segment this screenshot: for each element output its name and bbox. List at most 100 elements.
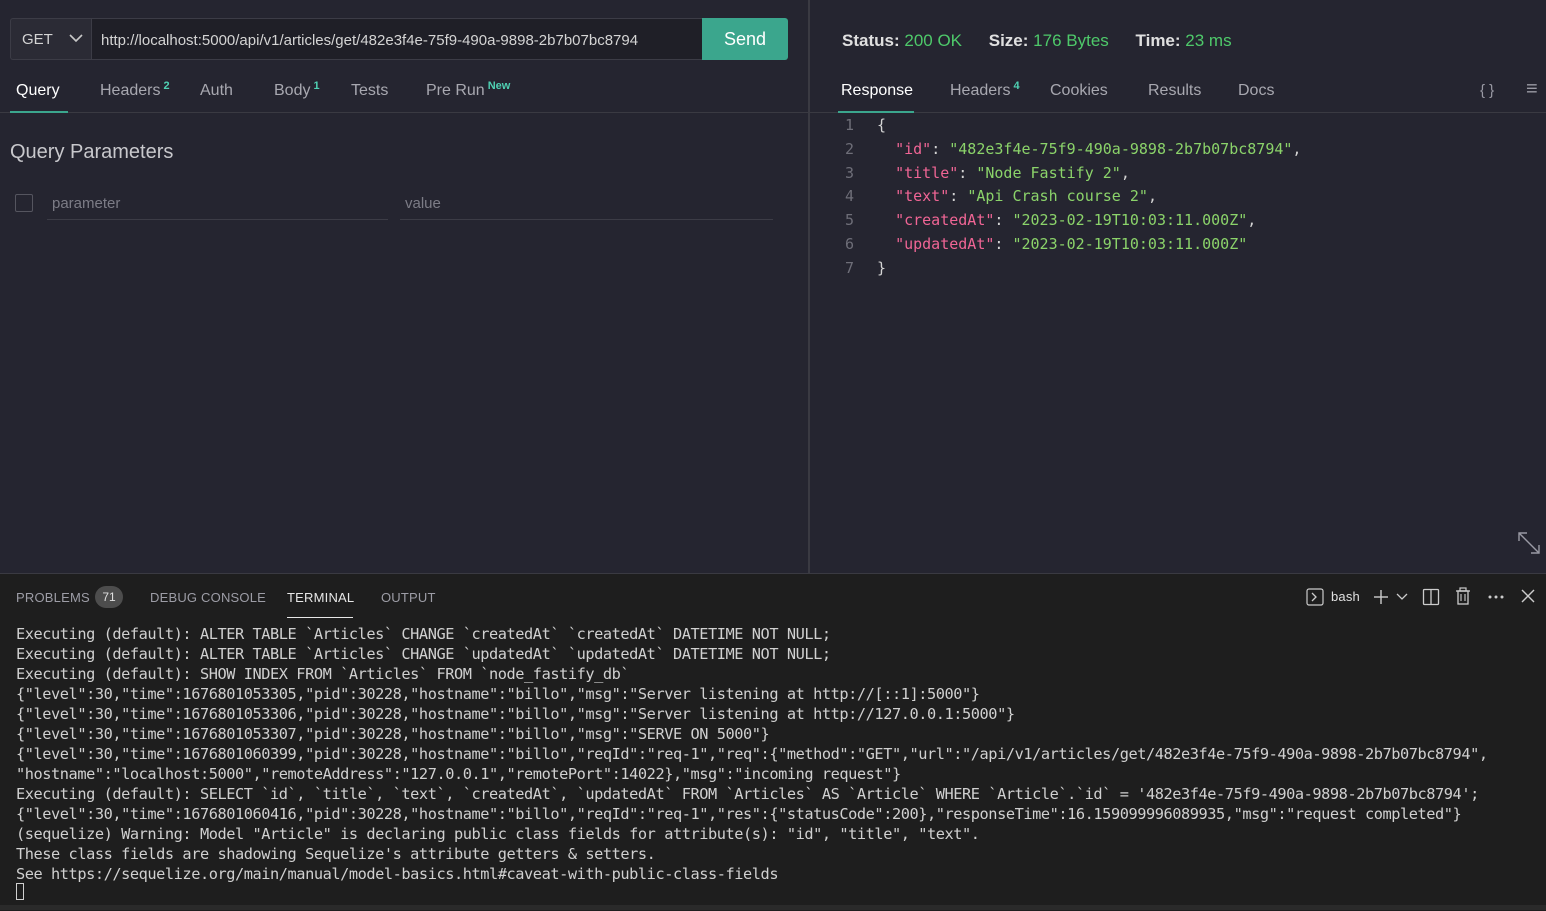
bottom-panel: PROBLEMS 71 DEBUG CONSOLE TERMINAL OUTPU… bbox=[0, 573, 1546, 911]
line-number: 7 bbox=[844, 258, 854, 277]
comma: , bbox=[1120, 163, 1130, 182]
line-number: 5 bbox=[844, 211, 854, 230]
active-tab-indicator bbox=[10, 111, 68, 113]
tab-headers[interactable]: Headers 2 bbox=[100, 80, 170, 100]
tab-debug-console[interactable]: DEBUG CONSOLE bbox=[150, 590, 266, 605]
tab-pre-run[interactable]: Pre Run New bbox=[426, 80, 511, 100]
method-label: GET bbox=[22, 31, 53, 48]
line-number: 2 bbox=[844, 139, 854, 158]
code-line: 4 "text": "Api Crash course 2", bbox=[830, 185, 1301, 209]
status-strip bbox=[0, 905, 1546, 910]
line-number: 1 bbox=[844, 116, 854, 134]
json-value: "Node Fastify 2" bbox=[976, 163, 1121, 182]
terminal-line: Executing (default): ALTER TABLE `Articl… bbox=[16, 645, 831, 663]
line-number: 6 bbox=[844, 234, 854, 253]
json-value: "482e3f4e-75f9-490a-9898-2b7b07bc8794" bbox=[949, 139, 1293, 158]
terminal-line: Executing (default): ALTER TABLE `Articl… bbox=[16, 625, 831, 643]
chevron-down-icon bbox=[69, 34, 83, 43]
terminal-line: {"level":30,"time":1676801060416,"pid":3… bbox=[16, 805, 1462, 823]
size-label: Size: bbox=[988, 31, 1029, 50]
tab-label: Pre Run bbox=[426, 82, 485, 99]
more-icon[interactable] bbox=[1487, 594, 1505, 600]
active-panel-tab-indicator bbox=[287, 617, 353, 618]
tab-response-headers[interactable]: Headers 4 bbox=[950, 80, 1020, 100]
size-value: 176 Bytes bbox=[1033, 31, 1109, 50]
time-item: Time: 23 ms bbox=[1136, 31, 1232, 50]
tab-label: Headers bbox=[950, 82, 1011, 99]
json-key: "updatedAt" bbox=[895, 234, 995, 253]
tab-problems[interactable]: PROBLEMS bbox=[16, 590, 90, 605]
braces-icon[interactable]: { } bbox=[1480, 82, 1494, 99]
terminal-line: Executing (default): SHOW INDEX FROM `Ar… bbox=[16, 665, 630, 683]
terminal-line: {"level":30,"time":1676801053306,"pid":3… bbox=[16, 705, 1015, 723]
tab-docs[interactable]: Docs bbox=[1238, 82, 1274, 100]
brace: { bbox=[877, 116, 887, 134]
json-key: "id" bbox=[895, 139, 932, 158]
terminal-line: {"level":30,"time":1676801053307,"pid":3… bbox=[16, 725, 770, 743]
headers-count: 2 bbox=[163, 80, 170, 92]
url-input[interactable]: http://localhost:5000/api/v1/articles/ge… bbox=[91, 18, 703, 60]
tab-terminal[interactable]: TERMINAL bbox=[287, 590, 354, 605]
chevron-down-icon[interactable] bbox=[1396, 592, 1408, 602]
response-tabs: Response Headers 4 Cookies Results Docs {… bbox=[810, 76, 1546, 113]
terminal-output[interactable]: Executing (default): ALTER TABLE `Articl… bbox=[16, 624, 1536, 884]
json-key: "title" bbox=[895, 163, 959, 182]
param-checkbox[interactable] bbox=[15, 194, 33, 212]
tab-label: Tests bbox=[351, 82, 389, 99]
tab-body[interactable]: Body 1 bbox=[274, 80, 320, 100]
time-value: 23 ms bbox=[1185, 31, 1232, 50]
tab-results[interactable]: Results bbox=[1148, 82, 1201, 100]
problems-count-badge: 71 bbox=[95, 586, 123, 608]
size-item: Size: 176 Bytes bbox=[989, 31, 1109, 50]
shell-name[interactable]: bash bbox=[1331, 589, 1360, 604]
tab-label: Results bbox=[1148, 82, 1202, 99]
json-key: "createdAt" bbox=[895, 211, 995, 230]
menu-icon[interactable]: ≡ bbox=[1526, 78, 1538, 101]
trash-icon[interactable] bbox=[1454, 587, 1472, 606]
line-number: 3 bbox=[844, 163, 854, 182]
request-tabs: Query Headers 2 Auth Body 1 Tests Pre Run N… bbox=[0, 76, 808, 113]
expand-icon[interactable] bbox=[1516, 530, 1542, 556]
tab-label: Response bbox=[841, 82, 914, 99]
tab-response[interactable]: Response bbox=[841, 82, 913, 100]
code-line: 7} bbox=[830, 257, 1301, 281]
comma: , bbox=[1247, 211, 1257, 230]
line-number: 4 bbox=[844, 187, 854, 206]
status-label: Status: bbox=[842, 31, 900, 50]
close-icon[interactable] bbox=[1521, 589, 1535, 603]
code-line: 3 "title": "Node Fastify 2", bbox=[830, 162, 1301, 186]
new-badge: New bbox=[487, 80, 511, 92]
terminal-line: These class fields are shadowing Sequeli… bbox=[16, 845, 656, 863]
parameter-input[interactable]: parameter bbox=[47, 186, 388, 220]
tab-cookies[interactable]: Cookies bbox=[1050, 82, 1108, 100]
tab-tests[interactable]: Tests bbox=[351, 82, 388, 100]
terminal-line: "hostname":"localhost:5000","remoteAddre… bbox=[16, 765, 901, 783]
json-value: "2023-02-19T10:03:11.000Z" bbox=[1012, 211, 1248, 230]
response-body: 1 { 2 "id": "482e3f4e-75f9-490a-9898-2b7b… bbox=[830, 114, 1301, 281]
terminal-line: (sequelize) Warning: Model "Article" is … bbox=[16, 825, 980, 843]
response-headers-count: 4 bbox=[1013, 80, 1020, 92]
brace: } bbox=[877, 258, 887, 277]
tab-output[interactable]: OUTPUT bbox=[381, 590, 436, 605]
send-button[interactable]: Send bbox=[702, 18, 788, 60]
split-terminal-icon[interactable] bbox=[1422, 588, 1440, 606]
response-status-bar: Status: 200 OK Size: 176 Bytes Time: 23 … bbox=[842, 31, 1254, 51]
terminal-line: Executing (default): SELECT `id`, `title… bbox=[16, 785, 1479, 803]
tab-query[interactable]: Query bbox=[16, 82, 60, 100]
tab-label: Body bbox=[274, 82, 311, 99]
value-input[interactable]: value bbox=[400, 186, 773, 220]
code-line: 5 "createdAt": "2023-02-19T10:03:11.000Z… bbox=[830, 209, 1301, 233]
terminal-cursor bbox=[16, 883, 24, 900]
terminal-icon bbox=[1306, 588, 1324, 606]
json-value: "2023-02-19T10:03:11.000Z" bbox=[1012, 234, 1248, 253]
status-value: 200 OK bbox=[904, 31, 963, 50]
tab-label: Auth bbox=[200, 82, 233, 99]
comma: , bbox=[1292, 139, 1302, 158]
time-label: Time: bbox=[1135, 31, 1181, 50]
json-key: "text" bbox=[895, 187, 950, 206]
plus-icon[interactable] bbox=[1372, 588, 1390, 606]
method-select[interactable]: GET bbox=[10, 18, 91, 60]
code-line: 2 "id": "482e3f4e-75f9-490a-9898-2b7b07b… bbox=[830, 138, 1301, 162]
tab-label: Query bbox=[16, 82, 60, 99]
tab-auth[interactable]: Auth bbox=[200, 82, 233, 100]
